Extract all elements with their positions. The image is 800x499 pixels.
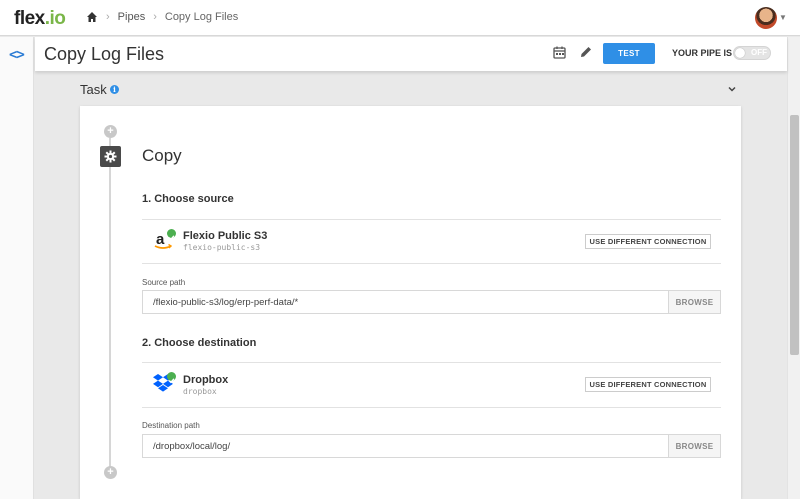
left-rail: <> [0, 37, 34, 499]
pipe-toggle[interactable]: OFF [733, 46, 771, 60]
source-heading: 1. Choose source [142, 193, 234, 205]
destination-path-label: Destination path [142, 421, 200, 430]
breadcrumb: › Pipes › Copy Log Files [86, 11, 238, 23]
logo-dot-text: .io [44, 8, 66, 29]
breadcrumb-separator: › [106, 11, 110, 23]
pipe-status-label: YOUR PIPE IS [672, 48, 733, 58]
source-path-label: Source path [142, 278, 186, 287]
svg-text:a: a [156, 231, 165, 248]
connected-check-icon [167, 372, 176, 384]
source-path-input[interactable] [143, 291, 668, 313]
destination-path-field: BROWSE [142, 434, 721, 458]
destination-heading: 2. Choose destination [142, 337, 257, 349]
pipe-header: Copy Log Files TEST YOUR PIPE IS OFF [35, 37, 787, 71]
scrollbar-thumb[interactable] [790, 115, 799, 355]
add-step-below-icon[interactable]: + [104, 466, 117, 479]
user-avatar[interactable] [755, 7, 777, 29]
task-heading: Task [80, 82, 107, 97]
source-browse-button[interactable]: BROWSE [668, 291, 720, 313]
destination-connection-name: Dropbox [183, 374, 229, 386]
home-icon[interactable] [86, 11, 98, 23]
info-icon[interactable]: i [110, 85, 119, 94]
flexio-logo[interactable]: flex.io [14, 8, 66, 30]
step-title: Copy [142, 146, 182, 165]
connected-check-icon [167, 229, 176, 241]
test-button[interactable]: TEST [603, 43, 655, 64]
source-use-different-connection-button[interactable]: USE DIFFERENT CONNECTION [585, 234, 711, 249]
pencil-icon[interactable] [579, 45, 593, 59]
divider [142, 407, 721, 408]
destination-connection-id: dropbox [183, 387, 217, 396]
step-timeline [109, 138, 111, 468]
divider [142, 362, 721, 363]
source-connection-id: flexio-public-s3 [183, 243, 261, 252]
divider [142, 219, 721, 220]
breadcrumb-separator: › [153, 11, 157, 23]
source-connection-name: Flexio Public S3 [183, 230, 268, 242]
source-path-field: BROWSE [142, 290, 721, 314]
breadcrumb-pipes-link[interactable]: Pipes [118, 11, 146, 23]
toggle-state-text: OFF [751, 48, 767, 57]
top-navbar: flex.io › Pipes › Copy Log Files ▼ [0, 0, 800, 36]
page-title: Copy Log Files [44, 44, 165, 64]
breadcrumb-current: Copy Log Files [164, 11, 239, 23]
divider [142, 263, 721, 264]
toggle-knob [735, 48, 745, 58]
logo-text: flex [14, 8, 45, 29]
chevron-down-icon[interactable] [727, 84, 737, 94]
chevron-down-icon[interactable]: ▼ [779, 13, 787, 22]
step-gear-icon[interactable] [100, 146, 121, 167]
add-step-above-icon[interactable]: + [104, 125, 117, 138]
vertical-scrollbar[interactable] [787, 37, 800, 499]
destination-path-input[interactable] [143, 435, 668, 457]
calendar-icon[interactable] [553, 46, 566, 59]
destination-use-different-connection-button[interactable]: USE DIFFERENT CONNECTION [585, 377, 711, 392]
destination-browse-button[interactable]: BROWSE [668, 435, 720, 457]
code-toggle-icon[interactable]: <> [9, 47, 25, 63]
